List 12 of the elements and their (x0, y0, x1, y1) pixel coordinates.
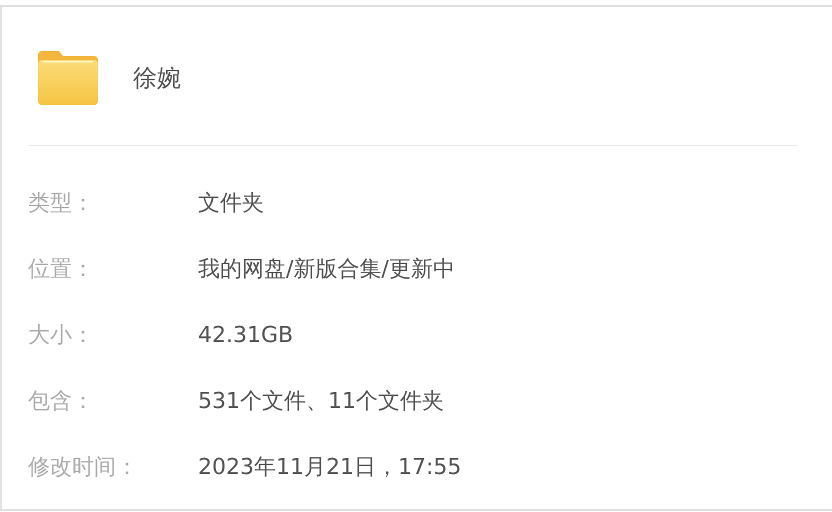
detail-label: 位置： (28, 256, 95, 284)
detail-value: 531个文件、11个文件夹 (198, 388, 444, 416)
detail-value: 42.31GB (198, 322, 294, 348)
folder-icon (38, 51, 98, 105)
detail-label: 包含： (28, 388, 95, 416)
detail-value: 2023年11月21日，17:55 (198, 454, 462, 482)
detail-value: 我的网盘/新版合集/更新中 (198, 256, 455, 284)
detail-label: 大小： (28, 322, 95, 350)
folder-name: 徐婉 (133, 63, 181, 94)
detail-label: 类型： (28, 190, 95, 218)
detail-value: 文件夹 (198, 190, 264, 218)
detail-label: 修改时间： (28, 454, 139, 482)
